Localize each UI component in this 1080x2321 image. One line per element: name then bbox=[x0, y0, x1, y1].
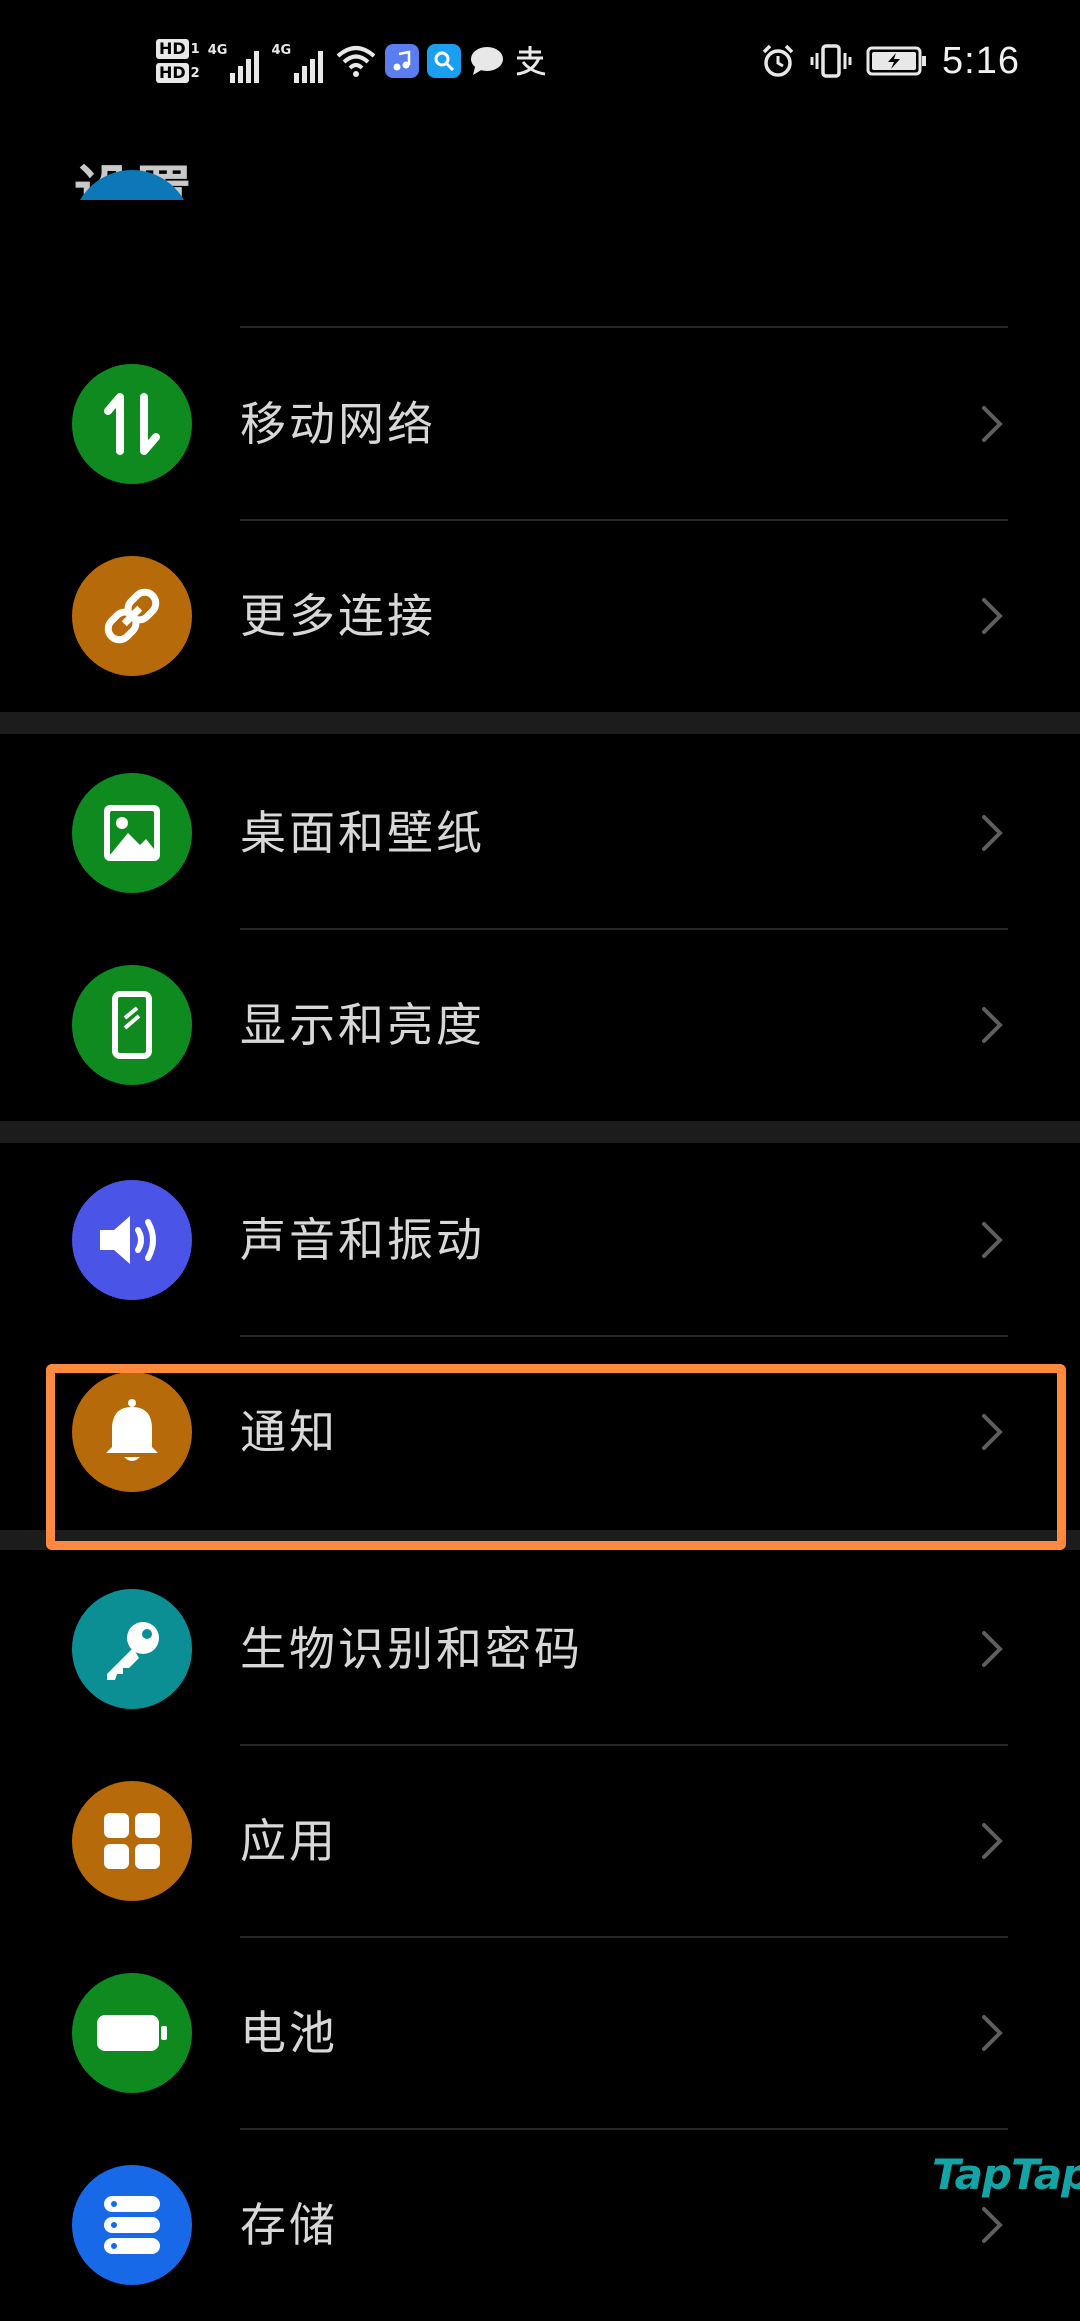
item-label: 桌面和壁纸 bbox=[240, 806, 485, 860]
key-icon bbox=[107, 1622, 159, 1680]
mobile-data-icon bbox=[104, 393, 160, 455]
item-label: 存储 bbox=[240, 2198, 338, 2252]
item-label: 显示和亮度 bbox=[240, 998, 485, 1052]
link-icon bbox=[104, 588, 160, 644]
settings-item-more-connections[interactable]: 更多连接 bbox=[0, 520, 1080, 712]
settings-item-sound[interactable]: 声音和振动 bbox=[0, 1144, 1080, 1336]
chevron-right-icon bbox=[982, 815, 1003, 851]
item-label: 声音和振动 bbox=[240, 1213, 485, 1267]
item-label: 移动网络 bbox=[240, 397, 436, 451]
taptap-watermark: TapTap bbox=[932, 2150, 1080, 2199]
item-icon-circle bbox=[72, 364, 192, 484]
chevron-right-icon bbox=[982, 1007, 1003, 1043]
settings-item-apps[interactable]: 应用 bbox=[0, 1745, 1080, 1937]
image-icon bbox=[104, 805, 160, 861]
battery-icon bbox=[97, 2015, 167, 2051]
storage-icon bbox=[104, 2196, 160, 2254]
settings-item-mobile-network[interactable]: 移动网络 bbox=[0, 328, 1080, 520]
item-icon-circle bbox=[72, 1589, 192, 1709]
section-separator bbox=[0, 712, 1080, 734]
item-label: 生物识别和密码 bbox=[240, 1622, 583, 1676]
scroll-mask bbox=[0, 200, 1080, 330]
chevron-right-icon bbox=[982, 598, 1003, 634]
chevron-right-icon bbox=[982, 1222, 1003, 1258]
item-icon-circle bbox=[72, 965, 192, 1085]
item-icon-circle bbox=[72, 773, 192, 893]
section-separator bbox=[0, 1121, 1080, 1143]
chevron-right-icon bbox=[982, 406, 1003, 442]
item-icon-circle bbox=[72, 556, 192, 676]
settings-list: 移动网络 更多连接 桌面和壁纸 显示和亮度 声音和振动 通知 生物识别和密码 应… bbox=[0, 0, 1080, 2310]
settings-item-battery[interactable]: 电池 bbox=[0, 1937, 1080, 2129]
settings-item-biometrics[interactable]: 生物识别和密码 bbox=[0, 1553, 1080, 1745]
chevron-right-icon bbox=[982, 1823, 1003, 1859]
chevron-right-icon bbox=[982, 1631, 1003, 1667]
apps-grid-icon bbox=[104, 1813, 160, 1869]
phone-display-icon bbox=[112, 991, 152, 1059]
item-icon-circle bbox=[72, 1180, 192, 1300]
settings-item-storage[interactable]: 存储 bbox=[0, 2129, 1080, 2321]
speaker-icon bbox=[100, 1216, 156, 1264]
item-icon-circle bbox=[72, 1973, 192, 2093]
item-icon-circle bbox=[72, 1781, 192, 1901]
settings-item-wallpaper[interactable]: 桌面和壁纸 bbox=[0, 737, 1080, 929]
item-label: 应用 bbox=[240, 1814, 338, 1868]
settings-item-display[interactable]: 显示和亮度 bbox=[0, 929, 1080, 1121]
item-label: 更多连接 bbox=[240, 589, 436, 643]
item-icon-circle bbox=[72, 2165, 192, 2285]
chevron-right-icon bbox=[982, 2015, 1003, 2051]
item-label: 电池 bbox=[240, 2006, 338, 2060]
chevron-right-icon bbox=[982, 2207, 1003, 2243]
highlight-annotation-box bbox=[46, 1364, 1066, 1550]
